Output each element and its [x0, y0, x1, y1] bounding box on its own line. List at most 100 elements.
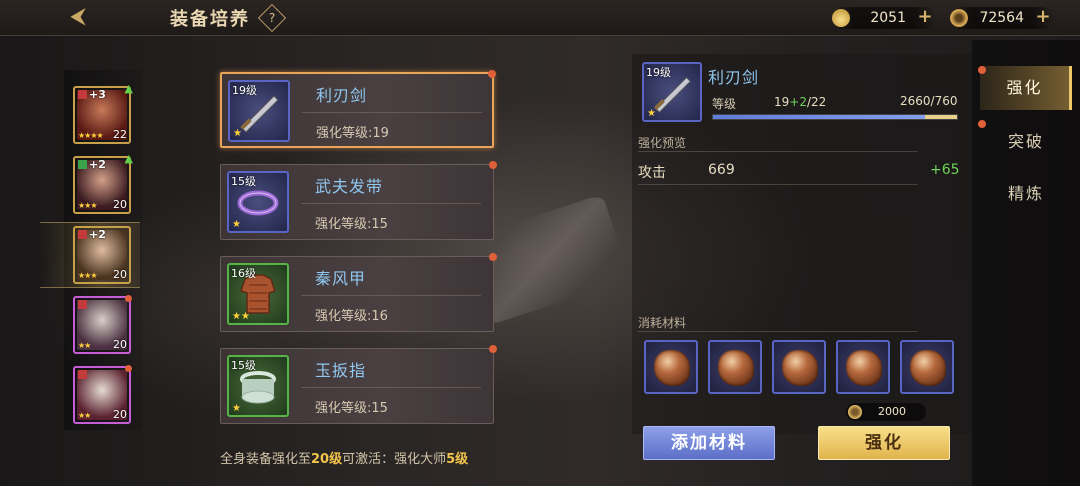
back-arrow-icon[interactable]: ⮜ [58, 6, 98, 30]
yuanbao-ingot-icon [832, 9, 850, 27]
divider [301, 295, 481, 296]
master-activation-note: 全身装备强化至20级可激活：强化大师5级 [220, 452, 469, 467]
notification-dot [125, 295, 132, 302]
top-bar: ⮜ 装备培养 ? 2051 + 72564 + [0, 0, 1080, 36]
equipment-card-armor[interactable]: 16级 ★★ 秦风甲 强化等级:16 [220, 253, 497, 332]
equipment-level-tag: 19级 [232, 84, 257, 97]
copper-coin-icon [848, 405, 862, 419]
hero-level: 20 [113, 338, 127, 351]
upgrade-arrow-icon: ▲ [124, 82, 133, 95]
material-slot[interactable] [644, 340, 698, 394]
equipment-level-tag: 15级 [231, 359, 256, 372]
equipment-stars: ★★ [232, 311, 250, 322]
hero-portrait-1[interactable]: +3 ▲ ★★★★ 22 [73, 82, 133, 144]
hero-level: 20 [113, 268, 127, 281]
enhance-level: 强化等级:15 [315, 217, 388, 232]
add-ingot-button[interactable]: + [916, 8, 934, 27]
add-coin-button[interactable]: + [1034, 8, 1052, 27]
notification-dot [978, 66, 986, 74]
enhance-level: 强化等级:16 [315, 309, 388, 324]
enhance-level: 强化等级:15 [315, 401, 388, 416]
equipment-level-tag: 15级 [231, 175, 256, 188]
hero-stars: ★★★★ [78, 131, 104, 140]
hero-level: 20 [113, 198, 127, 211]
enhance-stone-icon [846, 350, 882, 386]
notification-dot [489, 345, 497, 353]
enhance-stone-icon [654, 350, 690, 386]
divider [638, 331, 918, 332]
hero-bonus: +2 [78, 228, 106, 241]
equipment-card-ring[interactable]: 15级 ★ 玉扳指 强化等级:15 [220, 345, 497, 424]
equipment-level-tag: 19级 [646, 66, 671, 79]
page-title: 装备培养 [170, 9, 250, 30]
hero-stars: ★★ [78, 411, 91, 420]
selected-equipment-icon: 19级 ★ [642, 62, 702, 122]
add-material-button[interactable]: 添加材料 [643, 426, 775, 460]
hero-portrait-5[interactable]: ★★ 20 [73, 365, 132, 424]
divider [638, 184, 918, 185]
tab-breakthrough[interactable]: 突破 [980, 120, 1072, 164]
hero-stars: ★★★ [78, 201, 97, 210]
divider [638, 151, 918, 152]
coin-count: 72564 [979, 10, 1024, 26]
enhance-stone-icon [718, 350, 754, 386]
hero-stars: ★★ [78, 341, 91, 350]
equipment-card-weapon[interactable]: 19级 ★ 利刃剑 强化等级:19 [220, 70, 496, 148]
help-icon: ? [268, 11, 276, 25]
hero-level: 20 [113, 408, 127, 421]
exp-text: 2660/760 [900, 94, 958, 108]
equipment-name: 玉扳指 [315, 361, 367, 380]
headband-icon: 15级 ★ [227, 171, 289, 233]
stat-name: 攻击 [638, 165, 666, 181]
hero-portrait-2[interactable]: +2 ▲ ★★★ 20 [73, 152, 133, 214]
armor-icon: 16级 ★★ [227, 263, 289, 325]
resource-coin: 72564 + [950, 7, 1054, 29]
notification-dot [489, 161, 497, 169]
hero-level: 22 [113, 128, 127, 141]
material-slot[interactable] [772, 340, 826, 394]
notification-dot [489, 253, 497, 261]
material-slot[interactable] [900, 340, 954, 394]
selected-equipment-name: 利刃剑 [708, 68, 760, 87]
divider [301, 203, 481, 204]
equipment-stars: ★ [232, 403, 241, 414]
sword-icon: 19级 ★ [228, 80, 290, 142]
equipment-card-headband[interactable]: 15级 ★ 武夫发带 强化等级:15 [220, 161, 497, 240]
hero-bonus: +3 [78, 88, 106, 101]
equipment-name: 利刃剑 [316, 86, 368, 105]
hero-bonus [78, 298, 89, 311]
material-slot[interactable] [708, 340, 762, 394]
hero-stars: ★★★ [78, 271, 97, 280]
equipment-stars: ★ [232, 219, 241, 230]
tab-refine[interactable]: 精炼 [980, 172, 1072, 216]
exp-overflow-segment [925, 115, 957, 119]
copper-coin-icon [950, 9, 968, 27]
level-value: 19+2/22 [774, 95, 827, 109]
stat-gain: +65 [930, 162, 960, 178]
stat-value: 669 [708, 162, 735, 178]
enhance-button[interactable]: 强化 [818, 426, 950, 460]
notification-dot [125, 365, 132, 372]
jade-ring-icon: 15级 ★ [227, 355, 289, 417]
divider [301, 387, 481, 388]
help-button[interactable]: ? [257, 3, 287, 33]
tab-enhance[interactable]: 强化 [980, 66, 1072, 110]
enhance-cost: 2000 [878, 405, 906, 418]
notification-dot [488, 70, 496, 78]
hero-portrait-4[interactable]: ★★ 20 [73, 295, 132, 354]
equipment-stars: ★ [233, 128, 242, 139]
hero-bonus: +2 [78, 158, 106, 171]
preview-section-title: 强化预览 [638, 136, 687, 150]
material-slot[interactable] [836, 340, 890, 394]
enhance-level: 强化等级:19 [316, 126, 389, 141]
hero-bonus [78, 368, 89, 381]
materials-section-title: 消耗材料 [638, 316, 687, 330]
hero-portrait-3[interactable]: +2 ★★★ 20 [73, 226, 131, 284]
enhance-stone-icon [910, 350, 946, 386]
notification-dot [978, 120, 986, 128]
equipment-name: 武夫发带 [315, 177, 384, 196]
upgrade-arrow-icon: ▲ [124, 152, 133, 165]
enhance-stone-icon [782, 350, 818, 386]
equipment-level-tag: 16级 [231, 267, 256, 280]
exp-progress-fill [713, 115, 957, 119]
